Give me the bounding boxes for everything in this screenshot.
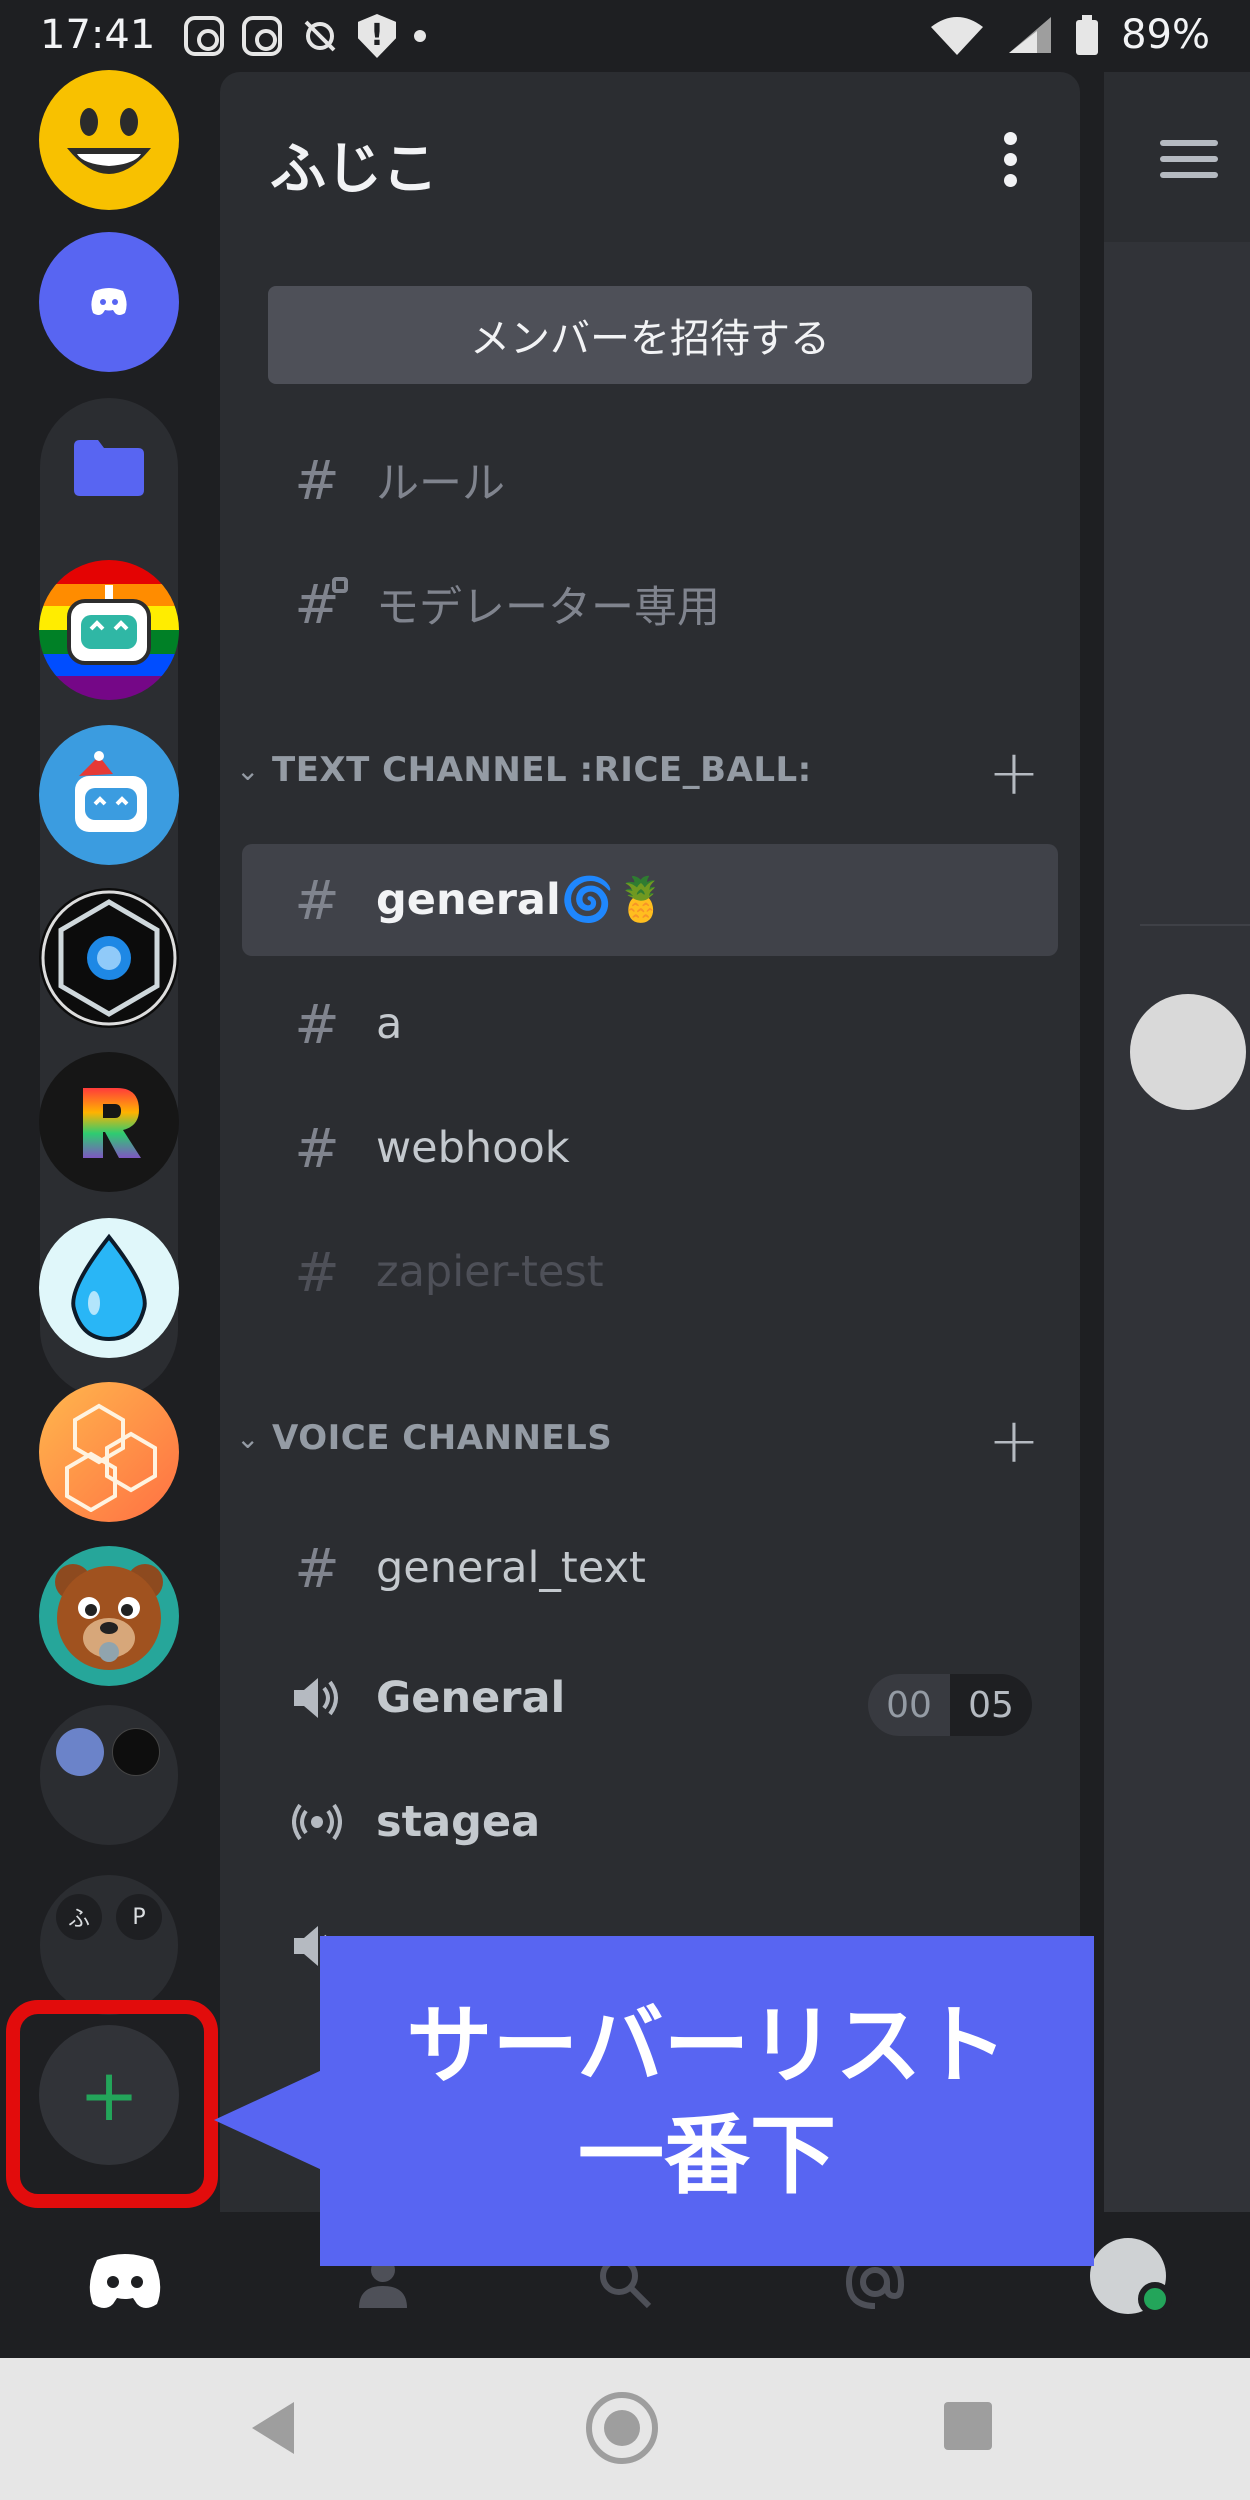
highlight-box (6, 2000, 218, 2208)
signal-icon (1009, 17, 1052, 53)
status-icons-left: ! (184, 14, 426, 58)
invite-members-button[interactable]: メンバーを招待する (268, 286, 1032, 384)
voice-user-limit: 05 (950, 1674, 1032, 1736)
chevron-down-icon: ⌄ (236, 1421, 260, 1455)
category-text-channel[interactable]: ⌄ TEXT CHANNEL :RICE_BALL: + (220, 736, 1080, 809)
mini-server-p: P (116, 1894, 162, 1940)
channel-name: General (376, 1673, 566, 1723)
aperture-icon (41, 890, 177, 1026)
channel-moderator-only[interactable]: # モデレーター専用 (242, 548, 1058, 660)
translate-server-icon (56, 1728, 104, 1776)
hash-icon: # (294, 1536, 340, 1600)
server-icon-folder[interactable] (39, 398, 179, 538)
server-icon-rainbow-bot[interactable] (39, 560, 179, 700)
instagram-icon (184, 16, 224, 56)
channel-general[interactable]: # general🌀🍍 (242, 844, 1058, 956)
battery-percentage: 89% (1121, 12, 1210, 58)
hash-icon: # (294, 868, 340, 932)
server-icon-bear[interactable] (39, 1546, 179, 1686)
hash-lock-icon: # (292, 573, 348, 636)
r-letter-icon (83, 1088, 141, 1158)
server-icon-hexagon[interactable] (39, 1382, 179, 1522)
instagram-icon (242, 16, 282, 56)
robot-icon (75, 751, 147, 832)
hash-icon: # (294, 992, 340, 1056)
stage-icon (292, 1797, 342, 1847)
add-channel-icon[interactable]: + (988, 736, 1040, 809)
channel-zapier-test[interactable]: # zapier-test (242, 1216, 1058, 1328)
online-status-icon (1138, 2282, 1172, 2316)
channel-rules[interactable]: # ルール (242, 424, 1058, 536)
channel-panel: ふじこ メンバーを招待する # ルール # モデレーター専用 ⌄ TEXT CH… (220, 72, 1080, 2212)
server-icon-droplet[interactable] (39, 1218, 179, 1358)
chat-peek-panel[interactable] (1104, 72, 1250, 2212)
callout-pointer (214, 2070, 322, 2170)
server-icon-blue-bot[interactable] (39, 725, 179, 865)
folder-icon (74, 440, 144, 496)
more-options-icon[interactable] (1000, 132, 1020, 187)
nav-home[interactable] (80, 2242, 170, 2322)
hexagon-icon (65, 1403, 157, 1512)
add-channel-icon[interactable]: + (988, 1404, 1040, 1477)
mute-icon (300, 16, 340, 56)
status-icons-right: 89% (929, 12, 1210, 58)
status-bar: 17:41 ! 89% (0, 0, 1250, 72)
server-icon-smiley[interactable] (39, 70, 179, 210)
wifi-icon (931, 17, 984, 55)
robot-icon (67, 585, 151, 665)
battery-icon (1076, 15, 1099, 55)
channel-name: stagea (376, 1797, 541, 1847)
callout-line-2: 一番下 (578, 2106, 836, 2206)
voice-user-limit-badge: 00 05 (868, 1674, 1032, 1736)
mini-folder-b-icons: ふ P (56, 1894, 166, 1942)
peek-header (1104, 72, 1250, 242)
channel-a[interactable]: # a (242, 968, 1058, 1080)
recent-apps-icon[interactable] (944, 2402, 992, 2450)
callout-line-1: サーバーリスト (406, 1996, 1008, 2096)
channel-general-text[interactable]: # general_text (242, 1512, 1058, 1624)
bear-icon (55, 1564, 163, 1670)
avatar[interactable] (1130, 994, 1246, 1110)
channel-name: zapier-test (376, 1247, 604, 1297)
chevron-down-icon: ⌄ (236, 753, 260, 787)
android-nav-bar (0, 2358, 1250, 2500)
divider (1140, 924, 1250, 926)
hamburger-menu-icon[interactable] (1160, 140, 1218, 178)
shield-alert-icon: ! (358, 14, 396, 58)
server-icon-discord[interactable] (39, 232, 179, 372)
server-icon-aperture[interactable] (39, 888, 179, 1028)
mini-server-fu: ふ (56, 1894, 102, 1940)
home-icon[interactable] (586, 2392, 658, 2464)
channel-name: a (376, 999, 403, 1049)
hash-icon: # (294, 1116, 340, 1180)
dictionary-server-icon (112, 1728, 160, 1776)
stage-channel-stagea[interactable]: stagea (242, 1766, 1058, 1878)
water-drop-icon (71, 1233, 147, 1342)
channel-name: general🌀🍍 (376, 875, 668, 925)
voice-user-count: 00 (868, 1674, 950, 1736)
category-name: TEXT CHANNEL :RICE_BALL: (272, 750, 812, 790)
discord-logo-icon (91, 288, 127, 315)
hash-icon: # (294, 1240, 340, 1304)
status-time: 17:41 (40, 12, 156, 58)
channel-name: general_text (376, 1543, 646, 1593)
channel-name: webhook (376, 1123, 570, 1173)
category-name: VOICE CHANNELS (272, 1418, 613, 1458)
callout-annotation: サーバーリスト 一番下 (320, 1936, 1094, 2266)
speaker-icon (292, 1676, 342, 1720)
back-icon[interactable] (252, 2402, 294, 2454)
discord-logo-icon (89, 2254, 161, 2308)
mini-folder-a-icons (56, 1728, 166, 1776)
voice-channel-general[interactable]: General 00 05 (242, 1642, 1058, 1754)
smiley-face-icon (67, 108, 151, 174)
server-icon-r[interactable] (39, 1052, 179, 1192)
channel-name: ルール (376, 459, 505, 509)
channel-name: モデレーター専用 (376, 583, 720, 633)
channel-webhook[interactable]: # webhook (242, 1092, 1058, 1204)
mini-folder-a[interactable] (40, 1705, 178, 1845)
notification-dot-icon (414, 30, 426, 42)
server-name[interactable]: ふじこ (270, 124, 438, 205)
category-voice-channels[interactable]: ⌄ VOICE CHANNELS + (220, 1404, 1080, 1477)
hash-icon: # (294, 448, 340, 512)
